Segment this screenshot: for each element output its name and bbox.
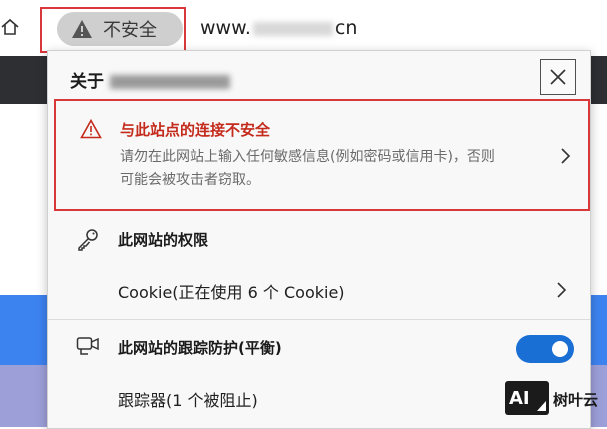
site-info-popup: 关于 与此站点的连接不安全 请勿在此网站上输入任何敏感信息(例如密码或信用卡)，… xyxy=(47,50,591,429)
toggle-knob xyxy=(552,341,568,357)
redacted-domain xyxy=(110,75,230,89)
cookie-item[interactable]: Cookie(正在使用 6 个 Cookie) xyxy=(48,265,590,313)
cookie-label: Cookie(正在使用 6 个 Cookie) xyxy=(118,283,345,302)
warning-description: 请勿在此网站上输入任何敏感信息(例如密码或信用卡)，否则可能会被攻击者窃取。 xyxy=(120,149,495,188)
tracking-camera-icon xyxy=(76,337,99,355)
insecure-label: 不安全 xyxy=(103,20,157,41)
home-icon[interactable] xyxy=(0,17,20,37)
close-icon xyxy=(550,69,566,85)
permissions-heading: 此网站的权限 xyxy=(118,231,209,249)
chevron-right-icon xyxy=(557,282,567,298)
tracking-toggle[interactable] xyxy=(516,335,574,363)
warning-triangle-icon xyxy=(80,119,102,139)
popup-title: 关于 xyxy=(70,67,230,92)
divider xyxy=(48,319,590,320)
warning-heading: 与此站点的连接不安全 xyxy=(120,121,271,139)
permissions-section: 此网站的权限 xyxy=(48,211,590,263)
tracking-heading: 此网站的跟踪防护(平衡) xyxy=(118,339,282,357)
watermark-ai-badge: AI xyxy=(505,381,549,415)
trackers-label: 跟踪器(1 个被阻止) xyxy=(118,391,258,410)
url-text[interactable]: www. cn xyxy=(200,17,357,39)
site-info-button[interactable]: 不安全 xyxy=(57,12,183,46)
warning-icon xyxy=(72,20,92,38)
tracking-prevention-section: 此网站的跟踪防护(平衡) xyxy=(48,323,590,369)
close-button[interactable] xyxy=(540,59,576,95)
address-bar: 不安全 www. cn xyxy=(0,0,607,56)
chevron-right-icon xyxy=(561,148,571,164)
watermark-logo: AI 树叶云 xyxy=(505,381,605,421)
connection-warning-item[interactable]: 与此站点的连接不安全 请勿在此网站上输入任何敏感信息(例如密码或信用卡)，否则可… xyxy=(54,99,590,211)
redacted-domain xyxy=(252,21,333,36)
watermark-text: 树叶云 xyxy=(553,391,599,409)
key-icon xyxy=(78,229,98,251)
